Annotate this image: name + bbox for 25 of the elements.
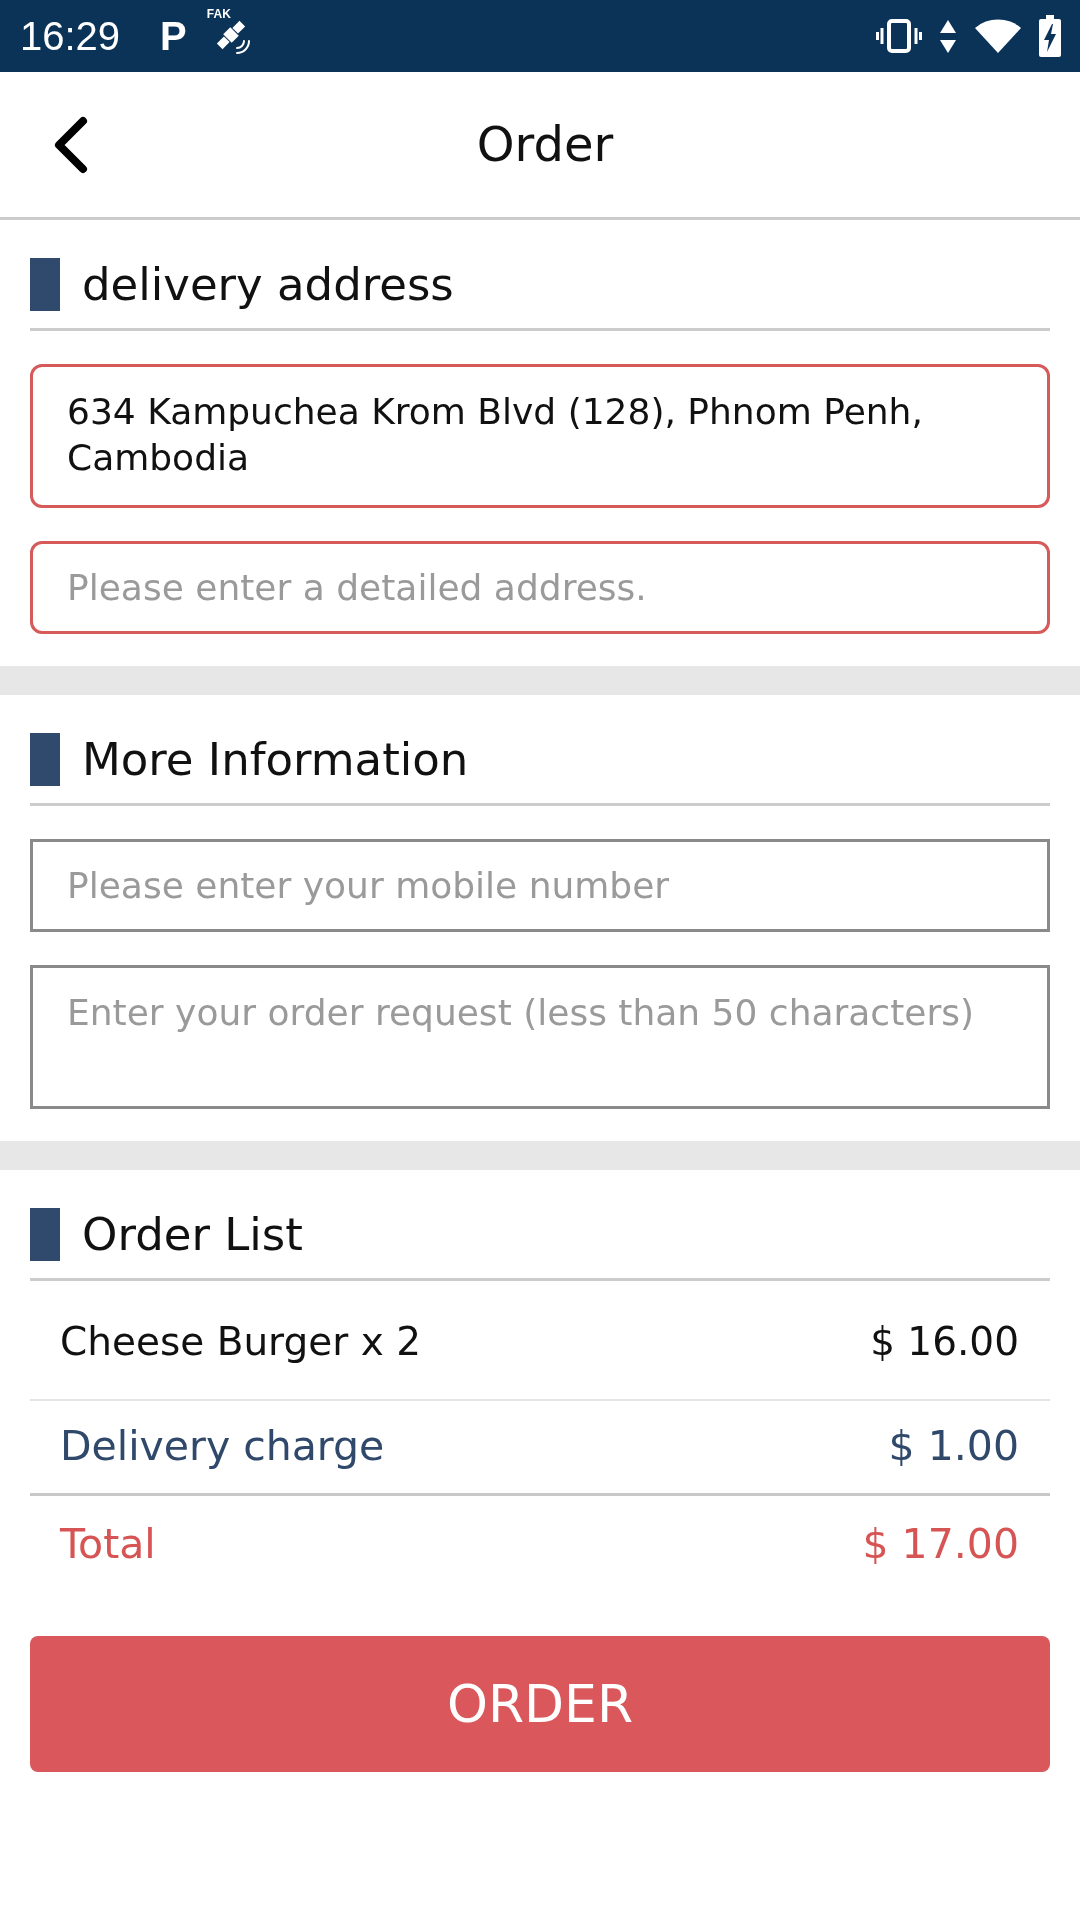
delivery-charge-label: Delivery charge [60, 1421, 385, 1473]
delivery-charge-amount: $ 1.00 [888, 1421, 1019, 1473]
total-label: Total [60, 1519, 156, 1571]
section-marker [30, 1208, 60, 1261]
back-button[interactable] [52, 115, 90, 174]
order-button[interactable]: ORDER [30, 1636, 1050, 1772]
satellite-label: FAK [206, 8, 231, 21]
app-notification-letter: P [160, 16, 187, 56]
mobile-number-field[interactable]: Please enter your mobile number [30, 839, 1050, 932]
page-title: Order [475, 115, 614, 174]
item-name: Cheese Burger x 2 [60, 1317, 421, 1366]
section-title: Order List [82, 1208, 303, 1261]
battery-charging-icon [1038, 15, 1062, 57]
section-marker [30, 258, 60, 311]
item-price: $ 16.00 [870, 1317, 1019, 1366]
order-request-field[interactable]: Enter your order request (less than 50 characters) [30, 965, 1050, 1109]
section-marker [30, 733, 60, 786]
vibrate-icon [876, 18, 922, 54]
status-time: 16:29 [20, 16, 121, 56]
section-title: More Information [82, 733, 469, 786]
address-field[interactable]: 634 Kampuchea Krom Blvd (128), Phnom Penh, Cambodia [30, 364, 1050, 508]
wifi-icon [974, 18, 1022, 54]
total-amount: $ 17.00 [862, 1519, 1019, 1571]
detailed-address-field[interactable]: Please enter a detailed address. [30, 541, 1050, 634]
section-title: delivery address [82, 258, 454, 311]
